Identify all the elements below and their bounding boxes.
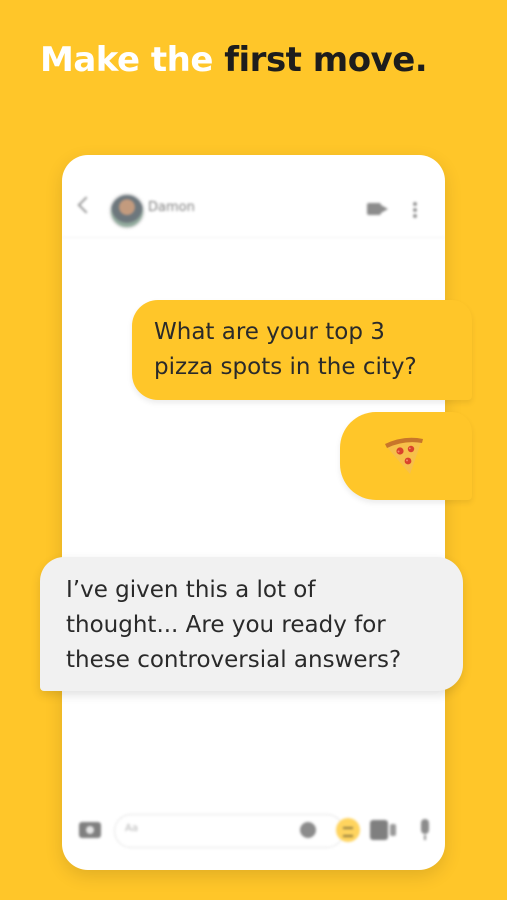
contact-name[interactable]: Damon bbox=[148, 200, 195, 215]
emoji-icon[interactable] bbox=[300, 822, 316, 838]
message-line: pizza spots in the city? bbox=[154, 354, 417, 380]
header-divider bbox=[62, 237, 445, 238]
incoming-message-bubble: I’ve given this a lot of thought... Are … bbox=[40, 557, 463, 691]
message-line: thought... Are you ready for bbox=[66, 612, 386, 638]
headline-dark-text: first move. bbox=[224, 40, 428, 80]
camera-icon[interactable] bbox=[79, 822, 101, 838]
video-call-icon[interactable] bbox=[367, 203, 388, 215]
outgoing-emoji-bubble bbox=[340, 412, 472, 500]
bumble-icon[interactable] bbox=[336, 818, 360, 842]
chat-header: Damon bbox=[62, 155, 445, 265]
back-arrow-icon[interactable] bbox=[77, 196, 95, 214]
message-line: What are your top 3 bbox=[154, 319, 385, 345]
message-composer: Aa bbox=[62, 800, 445, 870]
message-line: these controversial answers? bbox=[66, 647, 402, 673]
gif-icon[interactable] bbox=[370, 820, 396, 840]
more-options-icon[interactable] bbox=[413, 201, 417, 219]
phone-chat-mockup: Damon Aa bbox=[62, 155, 445, 870]
message-line: I’ve given this a lot of bbox=[66, 577, 316, 603]
pizza-icon bbox=[385, 437, 423, 474]
headline-light-text: Make the bbox=[40, 40, 213, 80]
microphone-icon[interactable] bbox=[421, 819, 429, 840]
headline: Make the first move. bbox=[40, 40, 428, 80]
outgoing-message-bubble: What are your top 3 pizza spots in the c… bbox=[132, 300, 472, 400]
contact-avatar[interactable] bbox=[109, 193, 145, 229]
